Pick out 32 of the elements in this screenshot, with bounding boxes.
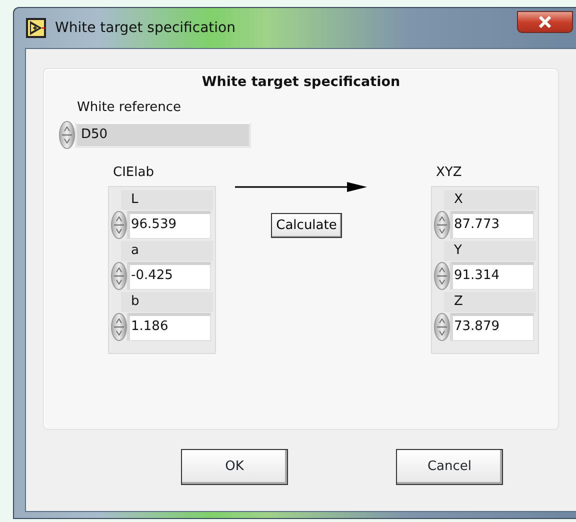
number-field[interactable]: 96.539 <box>127 211 211 240</box>
spinner-control[interactable] <box>111 313 127 342</box>
spinner-control[interactable] <box>59 120 75 149</box>
spinner-control[interactable] <box>111 211 127 240</box>
dropdown-field[interactable]: D50 <box>75 122 251 148</box>
app-icon <box>25 17 47 39</box>
spinner-control[interactable] <box>434 313 450 342</box>
spinner-control[interactable] <box>434 262 450 290</box>
field-label: L <box>121 190 213 210</box>
close-icon <box>538 16 552 28</box>
close-button[interactable] <box>517 11 573 33</box>
number-field[interactable]: 73.879 <box>450 313 534 342</box>
field-label: b <box>121 292 213 312</box>
number-field[interactable]: 87.773 <box>450 211 534 240</box>
arrow-icon <box>235 180 367 193</box>
number-field[interactable]: -0.425 <box>127 262 211 290</box>
number-field[interactable]: 91.314 <box>450 262 534 290</box>
number-field[interactable]: 1.186 <box>127 313 211 342</box>
cluster-label: CIElab <box>113 164 154 180</box>
panel-title: White target specification <box>200 73 402 92</box>
field-label: Z <box>444 292 536 312</box>
cluster-label: XYZ <box>436 164 462 180</box>
field-label: White reference <box>77 100 182 116</box>
window-title: White target specification <box>55 18 236 38</box>
dialog-button[interactable]: OK <box>181 449 288 485</box>
dialog-button[interactable]: Cancel <box>396 449 503 485</box>
spinner-control[interactable] <box>434 211 450 240</box>
calculate-button[interactable]: Calculate <box>271 212 342 238</box>
field-label: Y <box>444 241 536 262</box>
field-label: a <box>121 241 213 262</box>
spinner-control[interactable] <box>111 262 127 290</box>
field-label: X <box>444 190 536 210</box>
